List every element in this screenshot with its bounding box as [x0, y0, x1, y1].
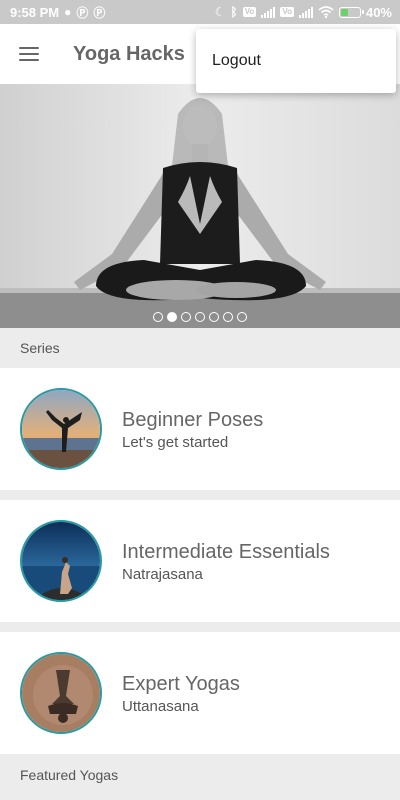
series-card-beginner[interactable]: Beginner Poses Let's get started [0, 368, 400, 490]
carousel-dot[interactable] [195, 312, 205, 322]
battery-percent: 40% [365, 4, 392, 20]
carousel-dot[interactable] [223, 312, 233, 322]
carousel-dot[interactable] [209, 312, 219, 322]
volte-icon: Vo [280, 7, 294, 17]
hero-carousel[interactable] [0, 84, 400, 328]
status-bar: 9:58 PM ● Ⓟ Ⓟ ☾ ᛒ Vo Vo 40% [0, 0, 400, 24]
status-time: 9:58 PM [10, 4, 60, 20]
series-card-expert[interactable]: Expert Yogas Uttanasana [0, 632, 400, 754]
series-card-text: Expert Yogas Uttanasana [122, 672, 240, 715]
carousel-indicator [0, 312, 400, 322]
wifi-icon [318, 6, 334, 18]
series-title: Beginner Poses [122, 408, 264, 431]
carousel-dot[interactable] [237, 312, 247, 322]
spotify-icon: ● [64, 5, 72, 19]
series-thumbnail [20, 520, 102, 602]
series-section-header: Series [0, 328, 400, 368]
carousel-dot[interactable] [181, 312, 191, 322]
battery-fill [340, 8, 349, 16]
bluetooth-icon: ᛒ [230, 5, 238, 19]
series-thumbnail [20, 388, 102, 470]
signal-icon [261, 6, 276, 18]
series-card-intermediate[interactable]: Intermediate Essentials Natrajasana [0, 500, 400, 622]
beach-sunset-yoga-photo [22, 390, 100, 468]
series-card-text: Intermediate Essentials Natrajasana [122, 540, 330, 583]
series-card-text: Beginner Poses Let's get started [122, 408, 263, 451]
series-subtitle: Natrajasana [122, 565, 203, 583]
app-title: Yoga Hacks [73, 42, 185, 65]
carousel-dot[interactable] [153, 312, 163, 322]
battery-charging-icon [338, 6, 364, 18]
series-title: Intermediate Essentials [122, 540, 330, 563]
logout-menu-item[interactable]: Logout [196, 29, 396, 93]
headstand-yoga-photo [22, 654, 100, 732]
series-subtitle: Let's get started [122, 433, 229, 451]
p-notification-icon: Ⓟ [93, 5, 106, 20]
ocean-yoga-photo [22, 522, 100, 600]
series-subtitle: Uttanasana [122, 697, 199, 715]
carousel-dot[interactable] [167, 312, 177, 322]
woman-meditating-photo [0, 84, 400, 328]
series-title: Expert Yogas [122, 672, 240, 695]
volte-icon: Vo [242, 7, 257, 17]
signal-icon [298, 6, 313, 18]
series-thumbnail [20, 652, 102, 734]
featured-section-header: Featured Yogas [0, 755, 400, 795]
p-notification-icon: Ⓟ [76, 5, 89, 20]
moon-icon: ☾ [214, 5, 226, 19]
hamburger-menu-icon[interactable] [19, 47, 39, 61]
overflow-popup-menu: Logout [196, 29, 396, 93]
